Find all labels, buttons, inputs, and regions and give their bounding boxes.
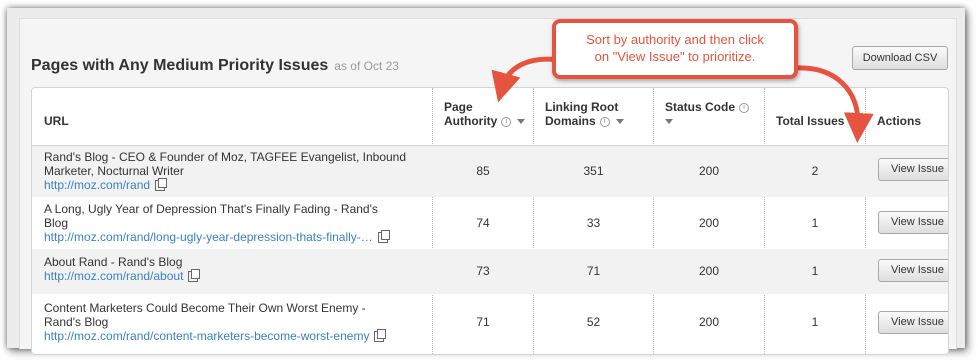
table-header: URL Page Authority i Linking Root Domains… [32,88,948,146]
url-cell: A Long, Ugly Year of Depression That's F… [44,202,414,244]
linking-root-domains-value: 71 [586,264,601,278]
table-row: Content Marketers Could Become Their Own… [32,295,948,354]
view-issue-button[interactable]: View Issue [878,259,948,282]
view-issue-button[interactable]: View Issue [878,211,948,234]
annotation-callout: Sort by authority and then click on "Vie… [552,19,798,79]
view-issue-button[interactable]: View Issue [878,158,948,181]
status-code-value: 200 [698,216,720,230]
total-issues-value: 1 [811,216,819,230]
panel-title-text: Pages with Any Medium Priority Issues [31,57,329,74]
linking-root-domains-value: 52 [586,315,601,329]
header-status-text: Status Code [665,100,736,114]
copy-link-icon[interactable] [374,329,387,343]
header-lrd-line2: Domains [545,114,596,128]
url-cell: Rand's Blog - CEO & Founder of Moz, TAGF… [44,150,414,192]
page-url-link[interactable]: http://moz.com/rand/about [44,269,183,283]
panel-subtitle: as of Oct 23 [334,59,399,73]
issues-table: URL Page Authority i Linking Root Domains… [31,87,949,355]
annotation-line2: on "View Issue" to prioritize. [594,49,756,64]
linking-root-domains-value: 33 [586,216,601,230]
status-code-value: 200 [698,164,720,178]
header-url[interactable]: URL [44,114,69,134]
panel-title: Pages with Any Medium Priority Issues as … [31,57,399,75]
table-row: A Long, Ugly Year of Depression That's F… [32,198,948,248]
table-row: About Rand - Rand's Blog http://moz.com/… [32,249,948,294]
view-issue-button[interactable]: View Issue [878,311,948,334]
table-row: Rand's Blog - CEO & Founder of Moz, TAGF… [32,146,948,197]
screenshot-frame: Pages with Any Medium Priority Issues as … [7,8,965,355]
page-title: About Rand - Rand's Blog [44,255,183,269]
page-title: A Long, Ugly Year of Depression That's F… [44,202,378,216]
issues-panel: Pages with Any Medium Priority Issues as … [19,18,957,355]
copy-link-icon[interactable] [188,269,201,283]
page-title-cont: Marketer, Nocturnal Writer [44,164,184,178]
page-url-link[interactable]: http://moz.com/rand/long-ugly-year-depre… [44,230,373,244]
total-issues-value: 1 [811,264,819,278]
page-url-link[interactable]: http://moz.com/rand [44,178,150,192]
header-pa-line1: Page [444,100,473,114]
download-csv-button[interactable]: Download CSV [852,46,948,70]
page-authority-value: 85 [476,164,490,178]
sort-caret-icon[interactable] [615,119,624,125]
copy-link-icon[interactable] [155,178,168,192]
status-code-value: 200 [698,315,720,329]
linking-root-domains-value: 351 [583,164,604,178]
page-authority-value: 73 [476,264,490,278]
page-title-cont: Rand's Blog [44,315,109,329]
status-code-value: 200 [698,264,720,278]
sort-caret-icon[interactable] [517,119,526,125]
total-issues-value: 1 [811,315,819,329]
url-cell: Content Marketers Could Become Their Own… [44,301,414,343]
sort-caret-icon[interactable] [665,119,673,125]
page-url-link[interactable]: http://moz.com/rand/content-marketers-be… [44,329,369,343]
annotation-line1: Sort by authority and then click [586,32,764,47]
copy-link-icon[interactable] [377,230,390,244]
info-icon[interactable]: i [501,116,512,127]
header-pa-line2: Authority [444,114,498,128]
page-title: Content Marketers Could Become Their Own… [44,301,366,315]
header-lrd-line1: Linking Root [545,100,619,114]
url-cell: About Rand - Rand's Blog http://moz.com/… [44,255,414,283]
total-issues-value: 2 [811,164,819,178]
info-icon[interactable]: i [599,116,610,127]
page-authority-value: 71 [476,315,490,329]
info-icon[interactable]: i [739,102,750,113]
page-authority-value: 74 [476,216,490,230]
page-title: Rand's Blog - CEO & Founder of Moz, TAGF… [44,150,407,164]
page-title-cont: Blog [44,216,69,230]
